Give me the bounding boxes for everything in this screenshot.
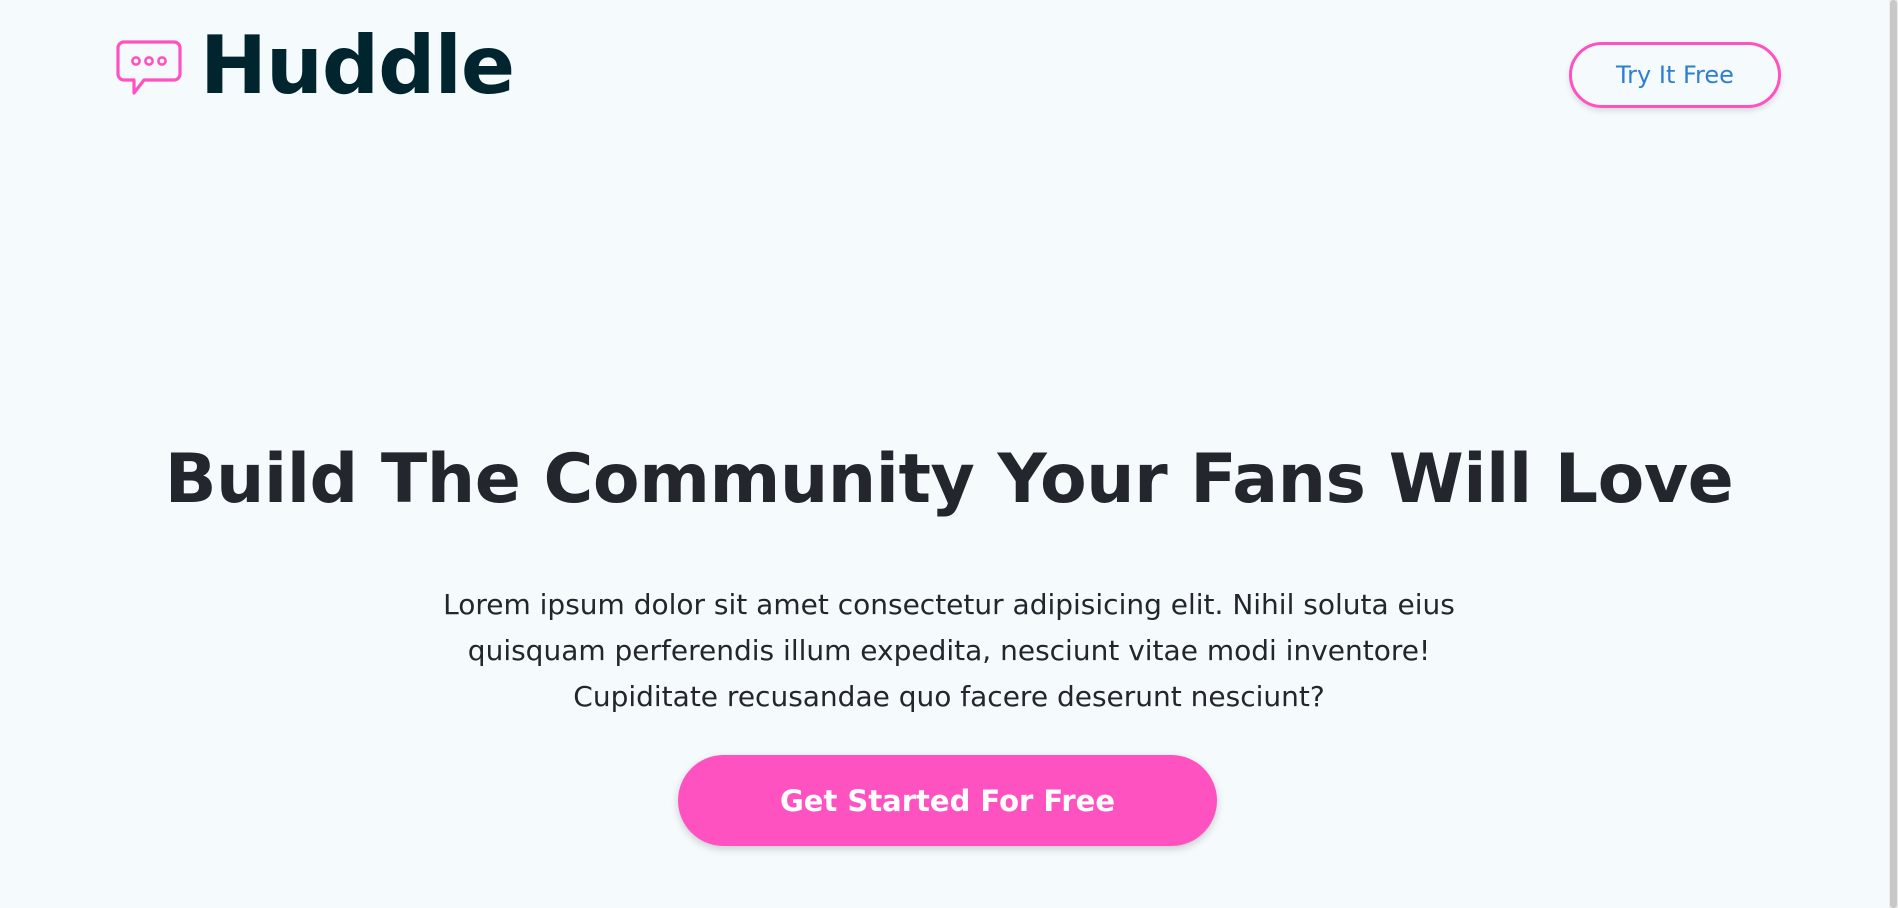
landing-page: Huddle Try It Free Build The Community Y… bbox=[0, 0, 1898, 908]
scrollbar-thumb[interactable] bbox=[1890, 0, 1897, 908]
chat-bubble-icon bbox=[116, 40, 182, 95]
logo-wordmark: Huddle bbox=[200, 19, 515, 112]
page-scrollbar[interactable] bbox=[1889, 0, 1898, 908]
hero-title: Build The Community Your Fans Will Love bbox=[164, 440, 1734, 519]
hero-description: Lorem ipsum dolor sit amet consectetur a… bbox=[443, 588, 1455, 713]
logo[interactable]: Huddle bbox=[114, 26, 515, 106]
site-header: Huddle Try It Free bbox=[0, 0, 1898, 150]
try-it-free-button[interactable]: Try It Free bbox=[1569, 42, 1781, 108]
get-started-button[interactable]: Get Started For Free bbox=[678, 755, 1217, 846]
